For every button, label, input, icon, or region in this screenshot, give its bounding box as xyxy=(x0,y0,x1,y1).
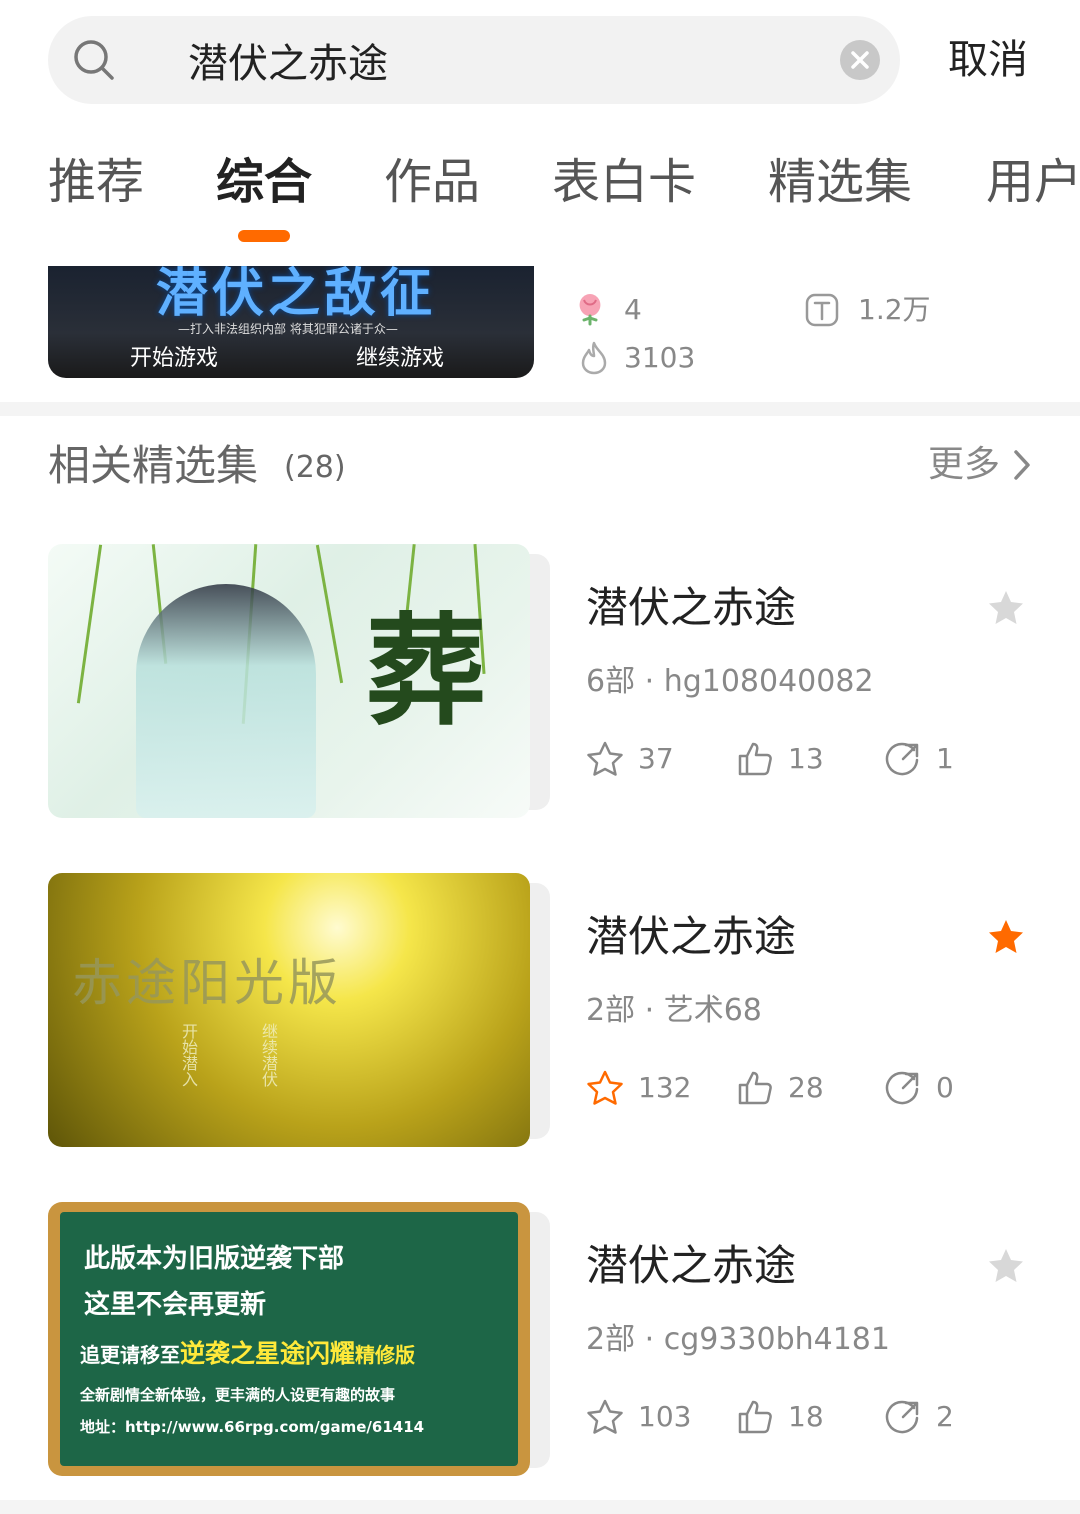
cover-line: 这里不会再更新 xyxy=(84,1290,267,1320)
flame-icon xyxy=(581,341,607,375)
collection-meta: 6部 · hg108040082 xyxy=(586,664,874,699)
collection-title[interactable]: 潜伏之赤途 xyxy=(586,1238,796,1294)
share-icon xyxy=(885,1400,919,1434)
cover-subtitle: —打入非法组织内部 将其犯罪公诸于众— xyxy=(178,322,398,336)
section-divider xyxy=(0,402,1080,416)
share-count: 2 xyxy=(936,1400,954,1433)
collection-meta: 2部 · cg9330bh4181 xyxy=(586,1322,890,1357)
collection-card[interactable]: 葬 潜伏之赤途 6部 · hg108040082 37 13 1 xyxy=(48,544,1048,820)
collection-cover[interactable]: 赤途阳光版 开始潜入 继续潜伏 xyxy=(48,873,530,1147)
cover-start-label: 开始游戏 xyxy=(130,346,219,371)
collection-cover[interactable]: 葬 xyxy=(48,544,530,818)
cover-line: 追更请移至 xyxy=(80,1343,180,1367)
share-count: 0 xyxy=(936,1071,954,1104)
more-link[interactable]: 更多 xyxy=(928,442,1000,488)
clear-icon[interactable] xyxy=(840,40,880,80)
section-count: (28) xyxy=(284,450,346,485)
cover-highlight: 逆袭之星途闪耀 xyxy=(180,1339,356,1368)
search-input[interactable] xyxy=(188,36,868,84)
star-badge-icon[interactable] xyxy=(986,917,1026,957)
star-outline-icon xyxy=(587,741,623,776)
like-count: 28 xyxy=(788,1071,824,1104)
cover-title: 潜伏之敌征 xyxy=(156,266,437,324)
share-icon xyxy=(885,1071,919,1105)
cover-calligraphy: 葬 xyxy=(366,601,486,742)
thumbs-up-icon xyxy=(738,1400,772,1434)
star-badge-icon[interactable] xyxy=(986,1246,1026,1286)
favorite-count: 37 xyxy=(638,742,674,775)
bottom-divider xyxy=(0,1500,1080,1514)
tab-recommend[interactable]: 推荐 xyxy=(48,150,144,214)
share-count: 1 xyxy=(936,742,954,775)
chevron-right-icon[interactable] xyxy=(1010,448,1034,482)
star-outline-icon xyxy=(587,1070,623,1105)
like-count: 18 xyxy=(788,1400,824,1433)
flower-count: 4 xyxy=(624,293,642,326)
search-icon xyxy=(74,40,114,80)
collection-card[interactable]: 此版本为旧版逆袭下部 这里不会再更新 追更请移至逆袭之星途闪耀精修版 全新剧情全… xyxy=(48,1202,1048,1478)
flower-icon xyxy=(579,294,601,326)
cover-line: 地址：http://www.66rpg.com/game/61414 xyxy=(80,1418,425,1436)
favorite-count: 132 xyxy=(638,1071,692,1104)
cover-title-art: 赤途阳光版 xyxy=(72,954,342,1012)
tab-overview[interactable]: 综合 xyxy=(216,150,312,214)
star-outline-icon xyxy=(587,1399,623,1434)
cover-highlight: 精修版 xyxy=(355,1343,416,1367)
cover-continue-label: 继续游戏 xyxy=(356,346,445,371)
star-badge-icon[interactable] xyxy=(986,588,1026,628)
tab-works[interactable]: 作品 xyxy=(384,150,480,214)
favorite-count: 103 xyxy=(638,1400,692,1433)
top-result-cover[interactable]: 潜伏之敌征 —打入非法组织内部 将其犯罪公诸于众— 开始游戏 继续游戏 xyxy=(48,266,534,378)
cover-chalkboard: 此版本为旧版逆袭下部 这里不会再更新 追更请移至逆袭之星途闪耀精修版 全新剧情全… xyxy=(60,1212,518,1466)
cover-vertical-text: 开始潜入 xyxy=(179,1023,198,1087)
cover-figure xyxy=(136,584,316,818)
collection-card[interactable]: 赤途阳光版 开始潜入 继续潜伏 潜伏之赤途 2部 · 艺术68 132 28 0 xyxy=(48,873,1048,1149)
thumbs-up-icon xyxy=(738,742,772,776)
cover-vertical-text: 继续潜伏 xyxy=(259,1023,278,1087)
share-icon xyxy=(885,742,919,776)
collection-meta: 2部 · 艺术68 xyxy=(586,993,762,1028)
cancel-button[interactable]: 取消 xyxy=(948,34,1028,86)
tab-collections[interactable]: 精选集 xyxy=(768,150,912,214)
like-count: 13 xyxy=(788,742,824,775)
search-bar[interactable] xyxy=(48,16,900,104)
collection-title[interactable]: 潜伏之赤途 xyxy=(586,909,796,965)
heat-count: 3103 xyxy=(624,341,696,374)
text-icon xyxy=(805,293,839,327)
word-count: 1.2万 xyxy=(858,293,931,326)
collection-title[interactable]: 潜伏之赤途 xyxy=(586,580,796,636)
tab-confession-card[interactable]: 表白卡 xyxy=(552,150,696,214)
thumbs-up-icon xyxy=(738,1071,772,1105)
cover-line: 此版本为旧版逆袭下部 xyxy=(84,1244,345,1274)
tab-bar: 推荐 综合 作品 表白卡 精选集 用户 xyxy=(0,150,1080,250)
section-title: 相关精选集 xyxy=(48,441,259,490)
tab-users[interactable]: 用户 xyxy=(986,150,1080,214)
cover-line: 全新剧情全新体验，更丰满的人设更有趣的故事 xyxy=(80,1386,396,1404)
collection-cover[interactable]: 此版本为旧版逆袭下部 这里不会再更新 追更请移至逆袭之星途闪耀精修版 全新剧情全… xyxy=(48,1202,530,1476)
active-tab-indicator xyxy=(238,230,290,242)
